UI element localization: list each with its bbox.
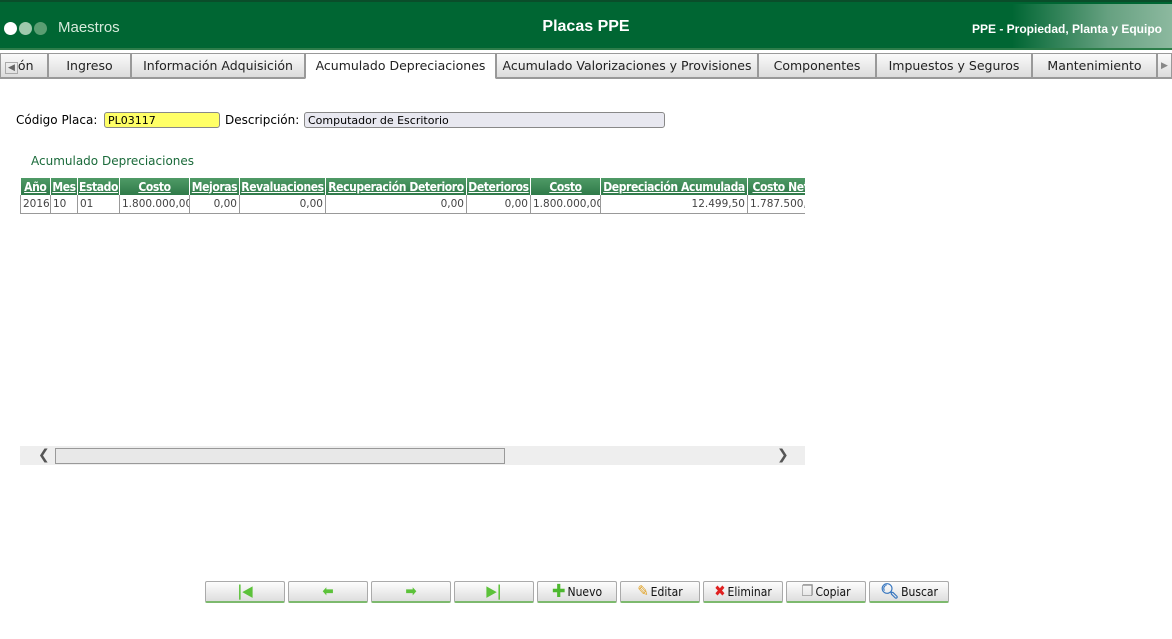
table-cell: 1.800.000,00 xyxy=(119,195,190,214)
previous-record-button[interactable]: ⬅ xyxy=(288,581,368,603)
tab-acumulado-valorizaciones[interactable]: Acumulado Valorizaciones y Provisiones xyxy=(496,53,758,78)
descripcion-input[interactable] xyxy=(304,112,665,128)
depreciation-grid: Año Mes Estado Costo Mejoras Revaluaciones Rec… xyxy=(20,178,805,218)
descripcion-label: Descripción: xyxy=(225,113,300,127)
column-header[interactable]: Costo Neto xyxy=(747,178,805,195)
column-header[interactable]: Recuperación Deterioro xyxy=(325,178,467,195)
column-header[interactable]: Deterioros xyxy=(466,178,531,195)
tab-bar: ◀ ón Ingreso Información Adquisición Acum… xyxy=(0,53,1172,79)
editar-button[interactable]: ✎ Editar xyxy=(620,581,700,603)
plus-icon: ✚ xyxy=(551,580,566,602)
tab-impuestos-seguros[interactable]: Impuestos y Seguros xyxy=(876,53,1032,78)
horizontal-scrollbar[interactable]: ❮ ❯ xyxy=(20,446,805,465)
table-cell: 0,00 xyxy=(239,195,326,214)
buscar-button[interactable]: 🔍︎ Buscar xyxy=(869,581,949,603)
last-icon: ▶| xyxy=(486,582,502,600)
table-cell: 10 xyxy=(50,195,78,214)
tab-componentes[interactable]: Componentes xyxy=(758,53,876,78)
tab-mantenimiento[interactable]: Mantenimiento xyxy=(1032,53,1157,78)
first-icon: |◀ xyxy=(237,582,253,600)
table-cell: 01 xyxy=(77,195,120,214)
column-header[interactable]: Costo xyxy=(530,178,601,195)
tab-scroll-right-icon[interactable]: ▶ xyxy=(1157,53,1172,78)
nuevo-button[interactable]: ✚ Nuevo xyxy=(537,581,617,603)
app-subtitle: PPE - Propiedad, Planta y Equipo xyxy=(971,22,1162,36)
pencil-icon: ✎ xyxy=(637,582,649,600)
app-header: Maestros Placas PPE PPE - Propiedad, Pla… xyxy=(0,0,1172,50)
copy-icon: ❐ xyxy=(801,582,814,600)
column-header[interactable]: Mes xyxy=(50,178,78,195)
scroll-right-icon[interactable]: ❯ xyxy=(777,446,789,465)
first-record-button[interactable]: |◀ xyxy=(205,581,285,603)
scrollbar-thumb[interactable] xyxy=(55,448,505,464)
table-cell: 12.499,50 xyxy=(600,195,748,214)
arrow-left-icon: ⬅ xyxy=(322,582,334,600)
tab-informacion-adquisicion[interactable]: Información Adquisición xyxy=(131,53,305,78)
delete-x-icon: ✖ xyxy=(714,582,726,600)
table-row[interactable]: 2016 10 01 1.800.000,00 0,00 0,00 0,00 0,00 1.80… xyxy=(20,195,805,214)
table-cell: 0,00 xyxy=(325,195,467,214)
table-cell: 1.787.500,50 xyxy=(747,195,805,214)
table-cell: 1.800.000,00 xyxy=(530,195,601,214)
codigo-placa-input[interactable] xyxy=(104,112,220,128)
eliminar-button[interactable]: ✖ Eliminar xyxy=(703,581,783,603)
column-header[interactable]: Mejoras xyxy=(189,178,240,195)
copiar-button[interactable]: ❐ Copiar xyxy=(786,581,866,603)
last-record-button[interactable]: ▶| xyxy=(454,581,534,603)
tab-partial[interactable]: ◀ ón xyxy=(0,53,48,78)
arrow-right-icon: ➡ xyxy=(405,582,417,600)
column-header[interactable]: Costo xyxy=(119,178,190,195)
column-header[interactable]: Estado xyxy=(77,178,120,195)
column-header[interactable]: Depreciación Acumulada xyxy=(600,178,748,195)
scroll-left-icon[interactable]: ❮ xyxy=(38,446,50,465)
codigo-placa-label: Código Placa: xyxy=(16,113,98,127)
tab-scroll-left-icon[interactable]: ◀ xyxy=(5,62,18,74)
tab-ingreso[interactable]: Ingreso xyxy=(48,53,131,78)
section-title: Acumulado Depreciaciones xyxy=(31,154,195,168)
column-header[interactable]: Revaluaciones xyxy=(239,178,326,195)
next-record-button[interactable]: ➡ xyxy=(371,581,451,603)
table-cell: 0,00 xyxy=(466,195,531,214)
tab-acumulado-depreciaciones[interactable]: Acumulado Depreciaciones xyxy=(305,53,496,79)
table-cell: 0,00 xyxy=(189,195,240,214)
table-cell: 2016 xyxy=(20,195,51,214)
search-icon: 🔍︎ xyxy=(880,582,900,600)
column-header[interactable]: Año xyxy=(20,178,51,195)
